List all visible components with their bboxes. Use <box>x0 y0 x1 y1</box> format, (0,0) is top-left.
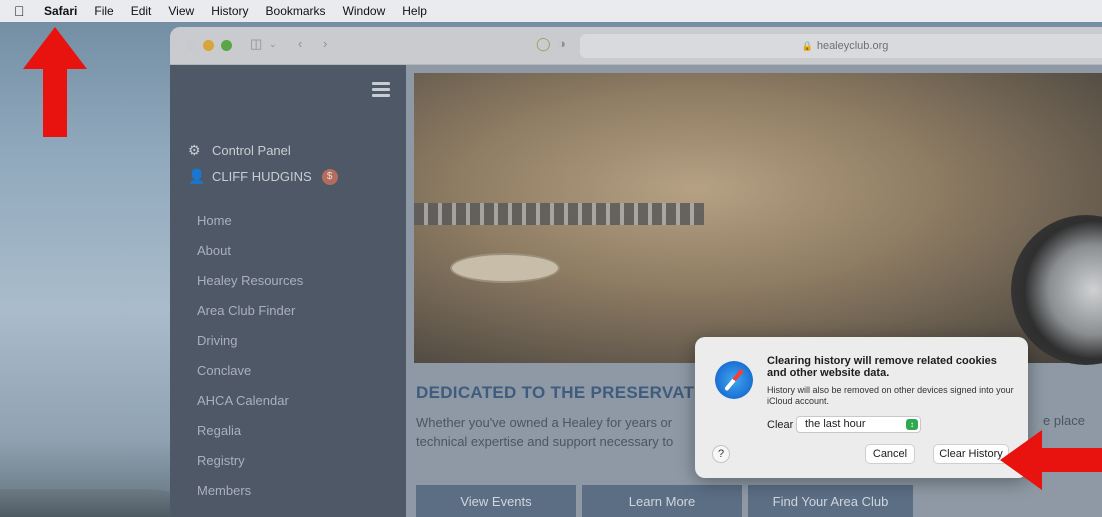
menu-view[interactable]: View <box>168 4 194 18</box>
zoom-window-button[interactable] <box>221 40 232 51</box>
menu-edit[interactable]: Edit <box>131 4 152 18</box>
menu-bar:  Safari File Edit View History Bookmark… <box>0 0 1102 22</box>
up-down-chevron-icon: ↕ <box>906 419 918 430</box>
nav-item-area-club-finder[interactable]: Area Club Finder <box>197 303 303 333</box>
menu-bookmarks[interactable]: Bookmarks <box>266 4 326 18</box>
menu-history[interactable]: History <box>211 4 248 18</box>
car-grille-image <box>414 203 704 225</box>
safari-compass-icon <box>715 361 753 399</box>
nav-item-ahca-calendar[interactable]: AHCA Calendar <box>197 393 303 423</box>
site-sidebar: ⚙ Control Panel 👤 CLIFF HUDGINS $ Home A… <box>170 65 406 517</box>
nav-item-about[interactable]: About <box>197 243 303 273</box>
nav-item-healey-resources[interactable]: Healey Resources <box>197 273 303 303</box>
nav-item-members[interactable]: Members <box>197 483 303 513</box>
page-headline: DEDICATED TO THE PRESERVATION AND EN <box>416 383 706 402</box>
clear-range-select[interactable]: the last hour ↕ <box>796 416 921 433</box>
dialog-message: History will also be removed on other de… <box>767 385 1014 406</box>
url-text: healeyclub.org <box>816 40 889 52</box>
help-button[interactable]: ? <box>712 445 730 463</box>
back-icon[interactable]: ‹ <box>298 36 302 51</box>
annotation-arrow-left-icon <box>1000 430 1102 490</box>
forward-icon[interactable]: › <box>323 36 327 51</box>
site-nav: Home About Healey Resources Area Club Fi… <box>197 213 303 513</box>
dialog-title: Clearing history will remove related coo… <box>767 355 997 379</box>
user-name: CLIFF HUDGINS <box>212 169 312 184</box>
minimize-window-button[interactable] <box>203 40 214 51</box>
nav-item-driving[interactable]: Driving <box>197 333 303 363</box>
privacy-report-icon[interactable]: ◑ <box>558 36 566 51</box>
menu-safari[interactable]: Safari <box>44 4 77 18</box>
intro-paragraph: Whether you've owned a Healey for years … <box>416 415 674 449</box>
menu-file[interactable]: File <box>94 4 113 18</box>
control-panel-label: Control Panel <box>212 143 291 158</box>
intro-paragraph-right: e place <box>1043 413 1085 428</box>
menu-window[interactable]: Window <box>343 4 386 18</box>
menu-help[interactable]: Help <box>402 4 427 18</box>
dollar-badge: $ <box>321 168 338 185</box>
view-events-button[interactable]: View Events <box>416 485 576 517</box>
user-account-link[interactable]: 👤 CLIFF HUDGINS $ <box>188 168 338 185</box>
cta-buttons: View Events Learn More Find Your Area Cl… <box>416 485 919 517</box>
apple-logo-icon[interactable]:  <box>14 3 28 19</box>
car-emblem-image <box>450 253 560 283</box>
nav-item-home[interactable]: Home <box>197 213 303 243</box>
clear-range-label: Clear <box>767 419 794 431</box>
lock-icon: 🔒 <box>801 40 813 51</box>
gear-icon: ⚙ <box>188 142 201 158</box>
learn-more-button[interactable]: Learn More <box>582 485 742 517</box>
chevron-down-icon[interactable]: ⌄ <box>269 39 277 50</box>
clear-history-button[interactable]: Clear History <box>933 444 1009 464</box>
find-area-club-button[interactable]: Find Your Area Club <box>748 485 913 517</box>
nav-item-conclave[interactable]: Conclave <box>197 363 303 393</box>
close-window-button[interactable] <box>185 40 196 51</box>
clear-range-value: the last hour <box>805 418 866 430</box>
clear-history-dialog: Clearing history will remove related coo… <box>695 337 1028 478</box>
hamburger-menu-icon[interactable] <box>372 82 390 97</box>
cancel-button[interactable]: Cancel <box>865 444 915 464</box>
nav-item-registry[interactable]: Registry <box>197 453 303 483</box>
sidebar-toggle-icon[interactable]: ◫ <box>250 36 262 52</box>
user-icon: 👤 <box>188 168 206 184</box>
browser-toolbar: ◫ ⌄ ‹ › ◯ ◑ 🔒 healeyclub.org <box>170 27 1102 65</box>
nav-item-regalia[interactable]: Regalia <box>197 423 303 453</box>
control-panel-link[interactable]: ⚙ Control Panel <box>188 142 291 159</box>
annotation-arrow-up-icon <box>23 27 87 137</box>
extension-shield-icon[interactable]: ◯ <box>536 36 551 52</box>
address-bar[interactable]: 🔒 healeyclub.org <box>580 34 1102 58</box>
